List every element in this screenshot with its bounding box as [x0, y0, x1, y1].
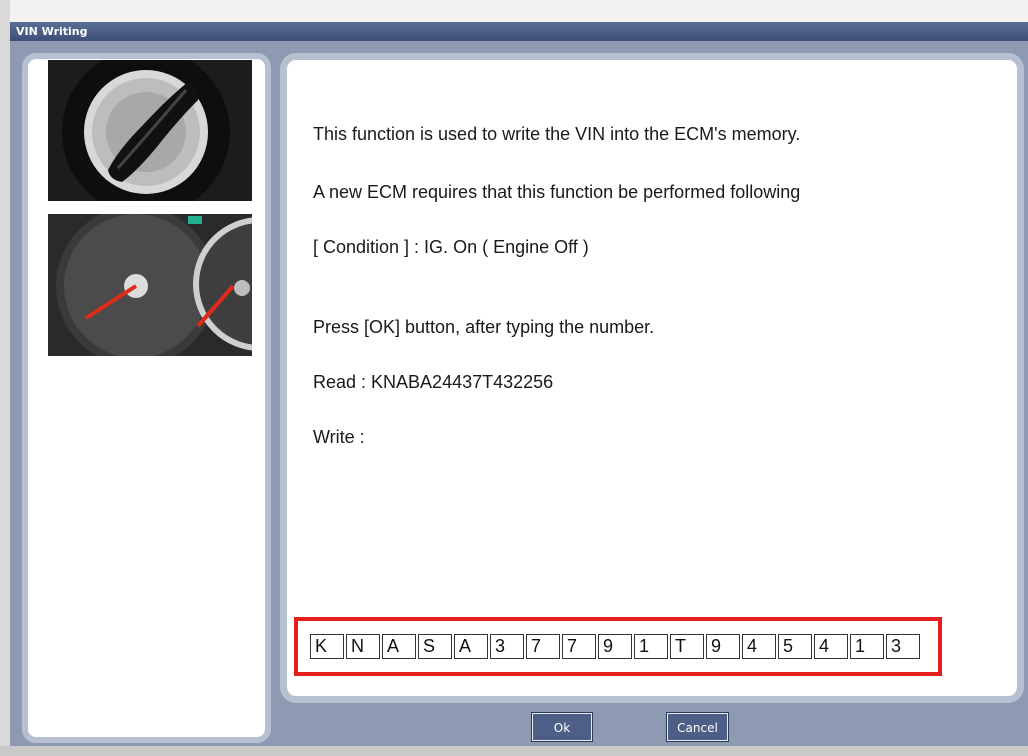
vin-char-field[interactable]: 3 — [490, 634, 524, 659]
vin-char-field[interactable]: 9 — [706, 634, 740, 659]
instruction-line-1: This function is used to write the VIN i… — [313, 124, 801, 144]
cancel-button[interactable]: Cancel — [667, 713, 728, 741]
instruction-line-2: A new ECM requires that this function be… — [313, 182, 801, 202]
vin-char-field[interactable]: N — [346, 634, 380, 659]
write-label: Write : — [313, 427, 365, 447]
vin-char-field[interactable]: 3 — [886, 634, 920, 659]
window-title: VIN Writing — [16, 25, 88, 38]
vin-char-field[interactable]: 9 — [598, 634, 632, 659]
vin-char-field[interactable]: 1 — [634, 634, 668, 659]
vin-char-field[interactable]: S — [418, 634, 452, 659]
vin-char-field[interactable]: 4 — [742, 634, 776, 659]
vin-char-field[interactable]: T — [670, 634, 704, 659]
vin-char-field[interactable]: 7 — [562, 634, 596, 659]
vin-char-field[interactable]: 5 — [778, 634, 812, 659]
press-ok-instruction: Press [OK] button, after typing the numb… — [313, 317, 655, 337]
vin-writing-window: VIN Writing This function is used to wri… — [0, 0, 1028, 756]
vin-char-field[interactable]: 1 — [850, 634, 884, 659]
vin-char-field[interactable]: A — [454, 634, 488, 659]
vin-char-field[interactable]: A — [382, 634, 416, 659]
vin-entry-fields: K N A S A 3 7 7 9 1 T 9 4 5 4 1 3 — [310, 634, 922, 659]
vin-char-field[interactable]: 4 — [814, 634, 848, 659]
taskbar-strip — [0, 746, 1028, 756]
vin-entry-highlight: K N A S A 3 7 7 9 1 T 9 4 5 4 1 3 — [294, 617, 942, 676]
window-title-bar: VIN Writing — [10, 22, 1028, 41]
vin-char-field[interactable]: 7 — [526, 634, 560, 659]
ok-button[interactable]: Ok — [532, 713, 592, 741]
window-top-border — [0, 0, 1028, 22]
instrument-cluster-image — [48, 214, 252, 356]
condition-line: [ Condition ] : IG. On ( Engine Off ) — [313, 237, 589, 257]
read-vin-line: Read : KNABA24437T432256 — [313, 372, 554, 392]
ignition-switch-image — [48, 60, 252, 201]
vin-char-field[interactable]: K — [310, 634, 344, 659]
window-left-border — [0, 0, 10, 756]
